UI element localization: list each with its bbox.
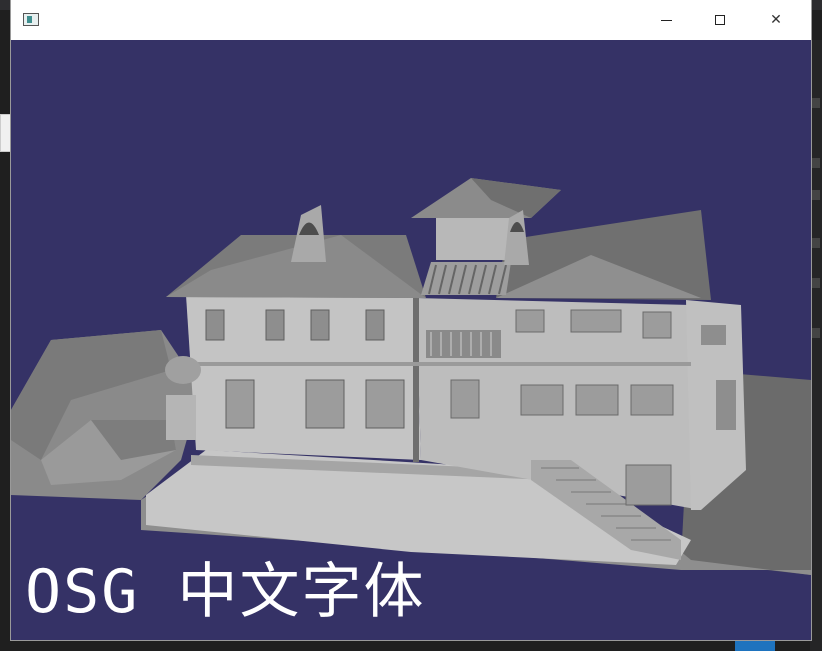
balcony (426, 330, 501, 358)
maximize-button[interactable] (697, 0, 743, 40)
floor-band (191, 362, 691, 366)
close-icon: ✕ (770, 12, 782, 28)
left-porch (166, 395, 196, 440)
osg-3d-viewport[interactable]: OSG 中文字体 (11, 40, 811, 640)
close-button[interactable]: ✕ (753, 0, 799, 40)
app-window-icon[interactable] (23, 13, 39, 26)
background-window-edge (810, 40, 822, 651)
minimize-button[interactable] (643, 0, 689, 40)
overlay-chinese-font-text: OSG 中文字体 (25, 557, 426, 627)
windows-lower-left (225, 379, 405, 429)
maximize-icon (715, 15, 725, 25)
house-model-render[interactable] (11, 40, 811, 640)
app-window: ✕ OSG 中文字体 (11, 0, 811, 640)
minimize-icon (660, 19, 672, 21)
round-balcony (165, 356, 201, 384)
wall-divider (413, 298, 419, 462)
taskbar-item[interactable] (735, 640, 775, 651)
title-bar[interactable]: ✕ (11, 0, 811, 40)
